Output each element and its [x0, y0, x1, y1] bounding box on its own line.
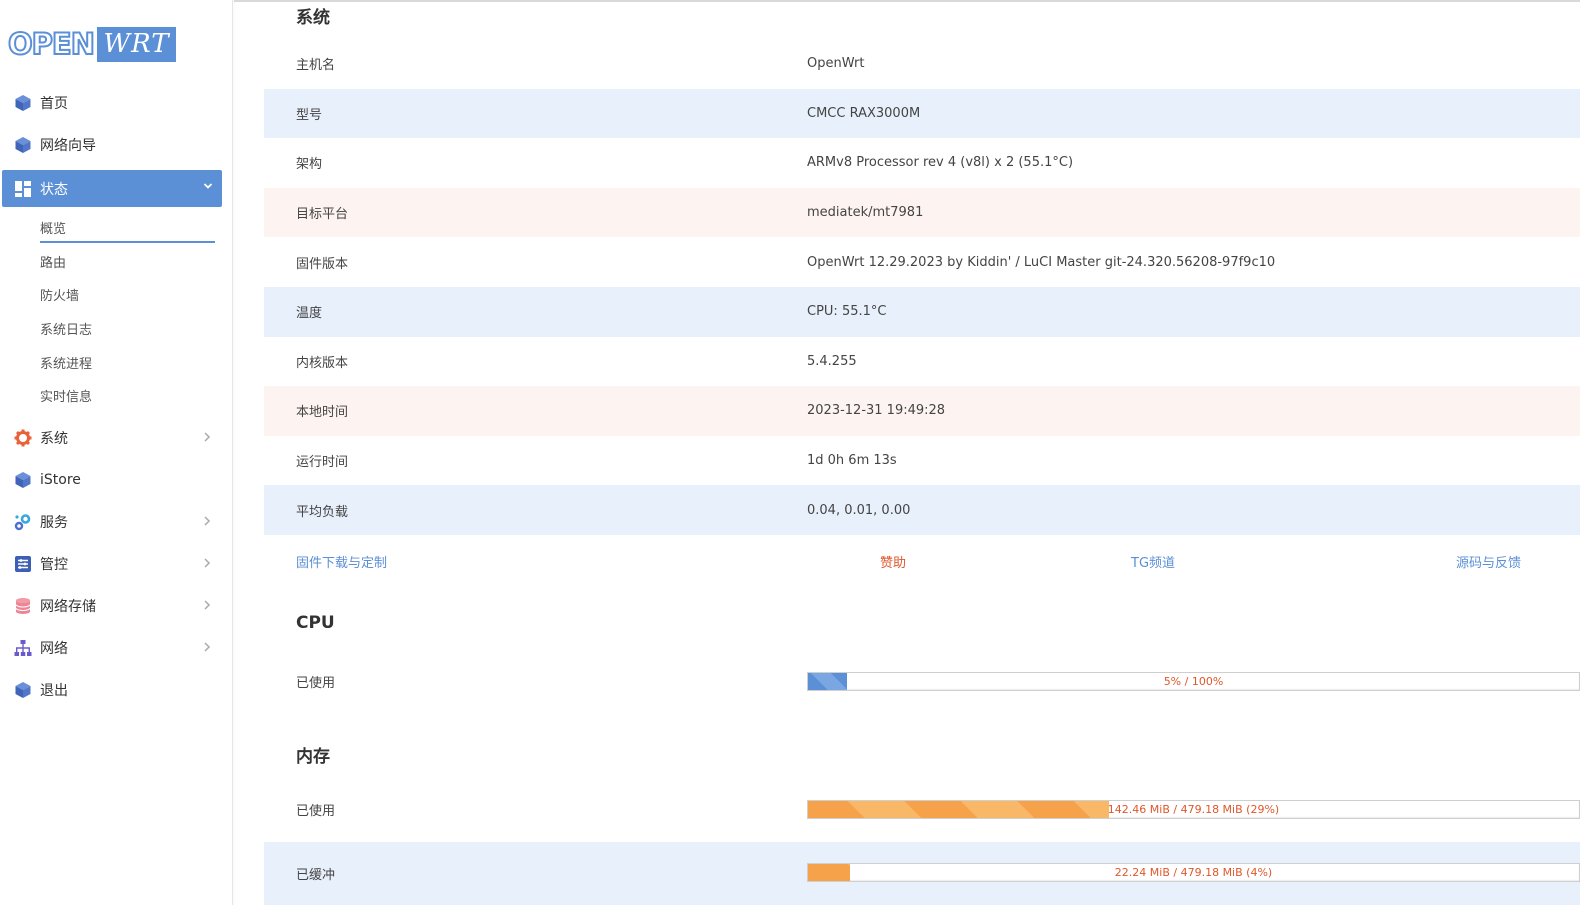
info-label: 架构 [296, 157, 323, 173]
info-label: 平均负载 [296, 504, 349, 520]
cogs-icon [13, 512, 32, 531]
sub-item-overview[interactable]: 概览 [0, 211, 232, 245]
cube-icon [13, 94, 32, 113]
info-row-model: 型号 CMCC RAX3000M [264, 88, 1580, 139]
nav-label-services: 服务 [40, 514, 68, 531]
sub-item-firewall[interactable]: 防火墙 [0, 278, 232, 312]
chevron-right-icon [202, 557, 212, 571]
nav-label-control: 管控 [40, 556, 68, 573]
footer-links: 固件下载与定制 赞助 TG频道 源码与反馈 [264, 541, 1580, 579]
main-content: 系统 主机名 OpenWrt 型号 CMCC RAX3000M 架构 ARMv8… [264, 0, 1580, 905]
info-label: 内核版本 [296, 355, 349, 371]
info-row-localtime: 本地时间 2023-12-31 19:49:28 [264, 386, 1580, 436]
cpu-section-title: CPU [296, 613, 335, 633]
info-value: 5.4.255 [807, 353, 857, 369]
gear-icon [13, 428, 32, 447]
info-row-loadavg: 平均负载 0.04, 0.01, 0.00 [264, 485, 1580, 535]
info-label: 型号 [296, 107, 323, 123]
cpu-used-label: 已使用 [296, 676, 336, 692]
sub-item-processes[interactable]: 系统进程 [0, 345, 232, 379]
status-submenu: 概览 路由 防火墙 系统日志 系统进程 实时信息 [0, 207, 232, 417]
info-value: CPU: 55.1°C [807, 304, 887, 320]
info-row-arch: 架构 ARMv8 Processor rev 4 (v8l) x 2 (55.1… [264, 138, 1580, 188]
nav-item-control[interactable]: 管控 [0, 543, 232, 585]
memory-used-text: 142.46 MiB / 479.18 MiB (29%) [1107, 803, 1280, 816]
info-label: 温度 [296, 306, 323, 322]
nav-item-home[interactable]: 首页 [0, 82, 232, 124]
info-value: OpenWrt 12.29.2023 by Kiddin' / LuCI Mas… [807, 254, 1276, 270]
nav-item-status[interactable]: 状态 [2, 170, 222, 207]
sitemap-icon [13, 638, 32, 657]
nav-item-services[interactable]: 服务 [0, 501, 232, 543]
sub-item-syslog[interactable]: 系统日志 [0, 312, 232, 346]
chevron-right-icon [202, 431, 212, 445]
tg-channel-link[interactable]: TG频道 [1131, 552, 1175, 571]
info-label: 本地时间 [296, 405, 349, 421]
info-value: 2023-12-31 19:49:28 [807, 403, 946, 419]
nav-label-status: 状态 [40, 181, 68, 198]
cpu-usage-text: 5% / 100% [1163, 675, 1224, 688]
info-value: mediatek/mt7981 [807, 205, 924, 221]
cube-icon [13, 470, 32, 489]
memory-used-bar: 142.46 MiB / 479.18 MiB (29%) [807, 800, 1580, 819]
info-row-uptime: 运行时间 1d 0h 6m 13s [264, 436, 1580, 486]
logo-wrt-text: WRT [97, 26, 176, 62]
cube-icon [13, 136, 32, 155]
info-label: 目标平台 [296, 207, 349, 223]
nav-label-istore: iStore [40, 471, 81, 488]
memory-used-label: 已使用 [296, 804, 336, 820]
sub-item-routes[interactable]: 路由 [0, 245, 232, 279]
memory-buffered-label: 已缓冲 [296, 868, 336, 883]
nav-item-logout[interactable]: 退出 [0, 669, 232, 711]
chevron-right-icon [202, 515, 212, 529]
info-value: CMCC RAX3000M [807, 105, 921, 121]
nav-item-system[interactable]: 系统 [0, 417, 232, 459]
nav-label-network: 网络 [40, 640, 68, 657]
info-value: OpenWrt [807, 56, 865, 72]
memory-section-title: 内存 [296, 747, 330, 767]
sponsor-link[interactable]: 赞助 [880, 552, 906, 571]
nav-item-wizard[interactable]: 网络向导 [0, 124, 232, 166]
info-row-hostname: 主机名 OpenWrt [264, 39, 1580, 89]
info-label: 运行时间 [296, 455, 349, 471]
source-feedback-link[interactable]: 源码与反馈 [1456, 552, 1521, 571]
firmware-download-link[interactable]: 固件下载与定制 [296, 552, 387, 571]
info-value: 0.04, 0.01, 0.00 [807, 502, 911, 518]
info-row-target: 目标平台 mediatek/mt7981 [264, 187, 1580, 238]
info-label: 固件版本 [296, 256, 349, 272]
system-section-title: 系统 [296, 8, 330, 28]
dashboard-icon [13, 179, 32, 198]
sliders-icon [13, 554, 32, 573]
nav-item-network[interactable]: 网络 [0, 627, 232, 669]
cpu-usage-bar: 5% / 100% [807, 672, 1580, 691]
cube-icon [13, 680, 32, 699]
nav-label-wizard: 网络向导 [40, 138, 96, 154]
nav-label-system: 系统 [40, 430, 68, 447]
openwrt-logo[interactable]: OPEN WRT [7, 26, 176, 62]
info-row-temperature: 温度 CPU: 55.1°C [264, 287, 1580, 337]
nav-item-istore[interactable]: iStore [0, 459, 232, 501]
memory-buffered-text: 22.24 MiB / 479.18 MiB (4%) [1114, 866, 1273, 879]
main-nav: 首页 网络向导 状态 概览 路由 防火墙 系统日志 系统进程 实时信息 系统 i… [0, 82, 232, 711]
logo-open-text: OPEN [7, 26, 96, 62]
nav-label-home: 首页 [40, 96, 68, 112]
chevron-down-icon [203, 181, 213, 195]
nav-label-nas: 网络存储 [40, 598, 96, 615]
info-value: 1d 0h 6m 13s [807, 453, 897, 469]
info-row-kernel: 内核版本 5.4.255 [264, 337, 1580, 387]
database-icon [13, 596, 32, 615]
info-label: 主机名 [296, 58, 336, 74]
nav-item-nas[interactable]: 网络存储 [0, 585, 232, 627]
sidebar: OPEN WRT 首页 网络向导 状态 概览 路由 防火墙 系统日志 系统进程 … [0, 0, 233, 905]
chevron-right-icon [202, 599, 212, 613]
sub-item-realtime[interactable]: 实时信息 [0, 379, 232, 413]
nav-label-logout: 退出 [40, 682, 68, 699]
chevron-right-icon [202, 641, 212, 655]
memory-buffered-bar: 22.24 MiB / 479.18 MiB (4%) [807, 863, 1580, 882]
info-row-firmware: 固件版本 OpenWrt 12.29.2023 by Kiddin' / LuC… [264, 237, 1580, 287]
info-value: ARMv8 Processor rev 4 (v8l) x 2 (55.1°C) [807, 155, 1074, 171]
